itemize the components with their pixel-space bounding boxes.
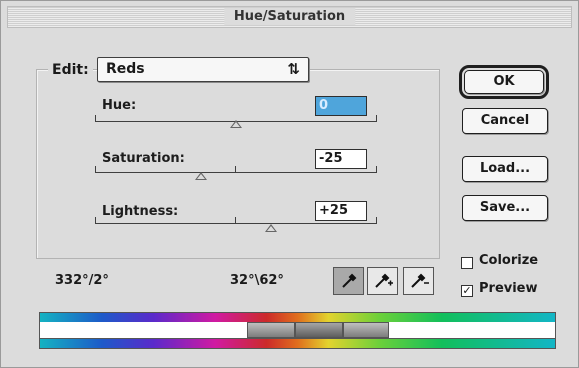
saturation-slider-thumb[interactable] [195,172,207,180]
lightness-slider-thumb[interactable] [265,224,277,232]
colorize-label[interactable]: Colorize [479,253,538,268]
lightness-slider-tick-left [95,217,96,223]
popup-arrows-icon: ⇅ [287,60,300,78]
ok-button[interactable]: OK [459,65,549,99]
colorize-checkbox[interactable] [461,257,473,269]
saturation-input[interactable]: -25 [315,149,367,169]
lightness-slider-tick-right [376,217,377,223]
range-falloff-right-handle[interactable] [343,322,389,338]
dialog-title: Hue/Saturation [223,8,356,25]
lightness-slider-track[interactable] [95,223,377,224]
lightness-input[interactable]: +25 [315,201,367,221]
eyedropper-icon [341,273,356,288]
hue-saturation-dialog: Hue/Saturation Edit: Reds ⇅ Hue: 0 Satur… [0,0,579,368]
cancel-button[interactable]: Cancel [462,108,548,134]
eyedropper-minus-button[interactable] [403,267,434,295]
hue-slider-tick-right [376,115,377,121]
hue-input[interactable]: 0 [315,96,367,116]
title-bar[interactable]: Hue/Saturation [7,6,572,28]
hue-slider-thumb[interactable] [230,120,242,128]
saturation-slider-tick-right [376,166,377,172]
range-left-readout: 332°/2° [55,273,109,288]
eyedropper-minus-icon [410,273,429,288]
eyedropper-plus-icon [374,273,393,288]
eyedropper-plus-button[interactable] [367,267,398,295]
load-button[interactable]: Load... [462,156,548,182]
lightness-slider-tick-center [235,217,236,223]
eyedropper-button[interactable] [333,267,364,295]
range-center-handle[interactable] [295,322,343,338]
output-color-bar [39,338,556,349]
hue-label: Hue: [102,98,137,113]
adjustment-group [36,69,440,259]
preview-checkbox[interactable]: ✓ [461,285,473,297]
saturation-slider-tick-left [95,166,96,172]
edit-channel-value: Reds [106,61,145,77]
edit-channel-popup[interactable]: Reds ⇅ [97,57,309,82]
lightness-label: Lightness: [102,204,179,219]
edit-label: Edit: [48,62,93,78]
hue-slider-tick-left [95,115,96,121]
range-falloff-left-handle[interactable] [247,322,295,338]
range-right-readout: 32°\62° [230,273,284,288]
save-button[interactable]: Save... [462,195,548,221]
saturation-slider-track[interactable] [95,172,377,173]
preview-label[interactable]: Preview [479,281,538,296]
saturation-label: Saturation: [102,151,185,166]
saturation-slider-tick-center [235,166,236,172]
